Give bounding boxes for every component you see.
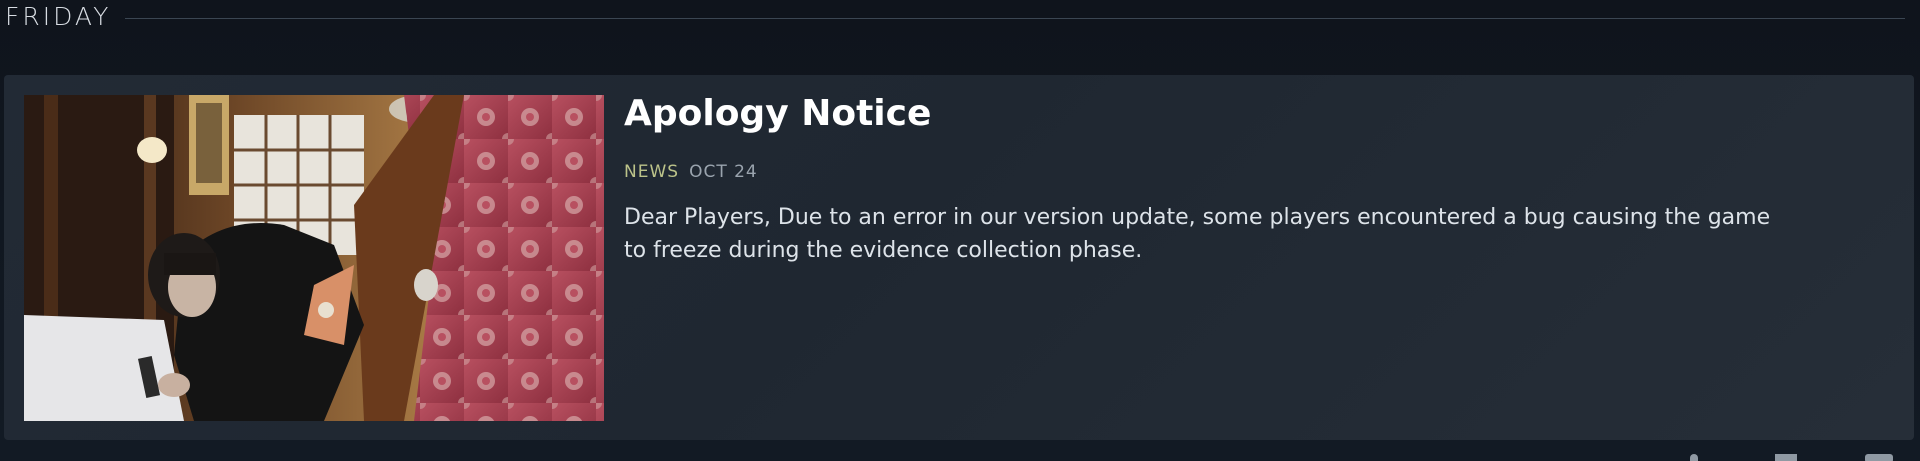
card-action-icons bbox=[1685, 452, 1915, 461]
news-type-label: NEWS bbox=[624, 162, 680, 182]
comment-icon[interactable] bbox=[1775, 454, 1797, 461]
news-thumbnail[interactable] bbox=[24, 95, 604, 421]
share-icon[interactable] bbox=[1865, 454, 1893, 461]
day-divider bbox=[125, 17, 1905, 19]
news-card[interactable]: Apology Notice NEWS OCT 24 Dear Players,… bbox=[4, 75, 1914, 440]
news-content: Apology Notice NEWS OCT 24 Dear Players,… bbox=[624, 89, 1824, 267]
news-date: OCT 24 bbox=[689, 162, 758, 182]
thumbnail-image bbox=[24, 95, 604, 421]
news-feed-page: FRIDAY Apology Notice NEWS OCT 24 Dear P… bbox=[0, 0, 1920, 461]
news-title[interactable]: Apology Notice bbox=[624, 89, 1824, 139]
day-label: FRIDAY bbox=[5, 2, 112, 31]
news-summary: Dear Players, Due to an error in our ver… bbox=[624, 205, 1771, 263]
day-section-header: FRIDAY bbox=[5, 0, 1905, 34]
thumbs-up-icon[interactable] bbox=[1690, 454, 1698, 461]
news-meta: NEWS OCT 24 bbox=[624, 161, 1824, 183]
